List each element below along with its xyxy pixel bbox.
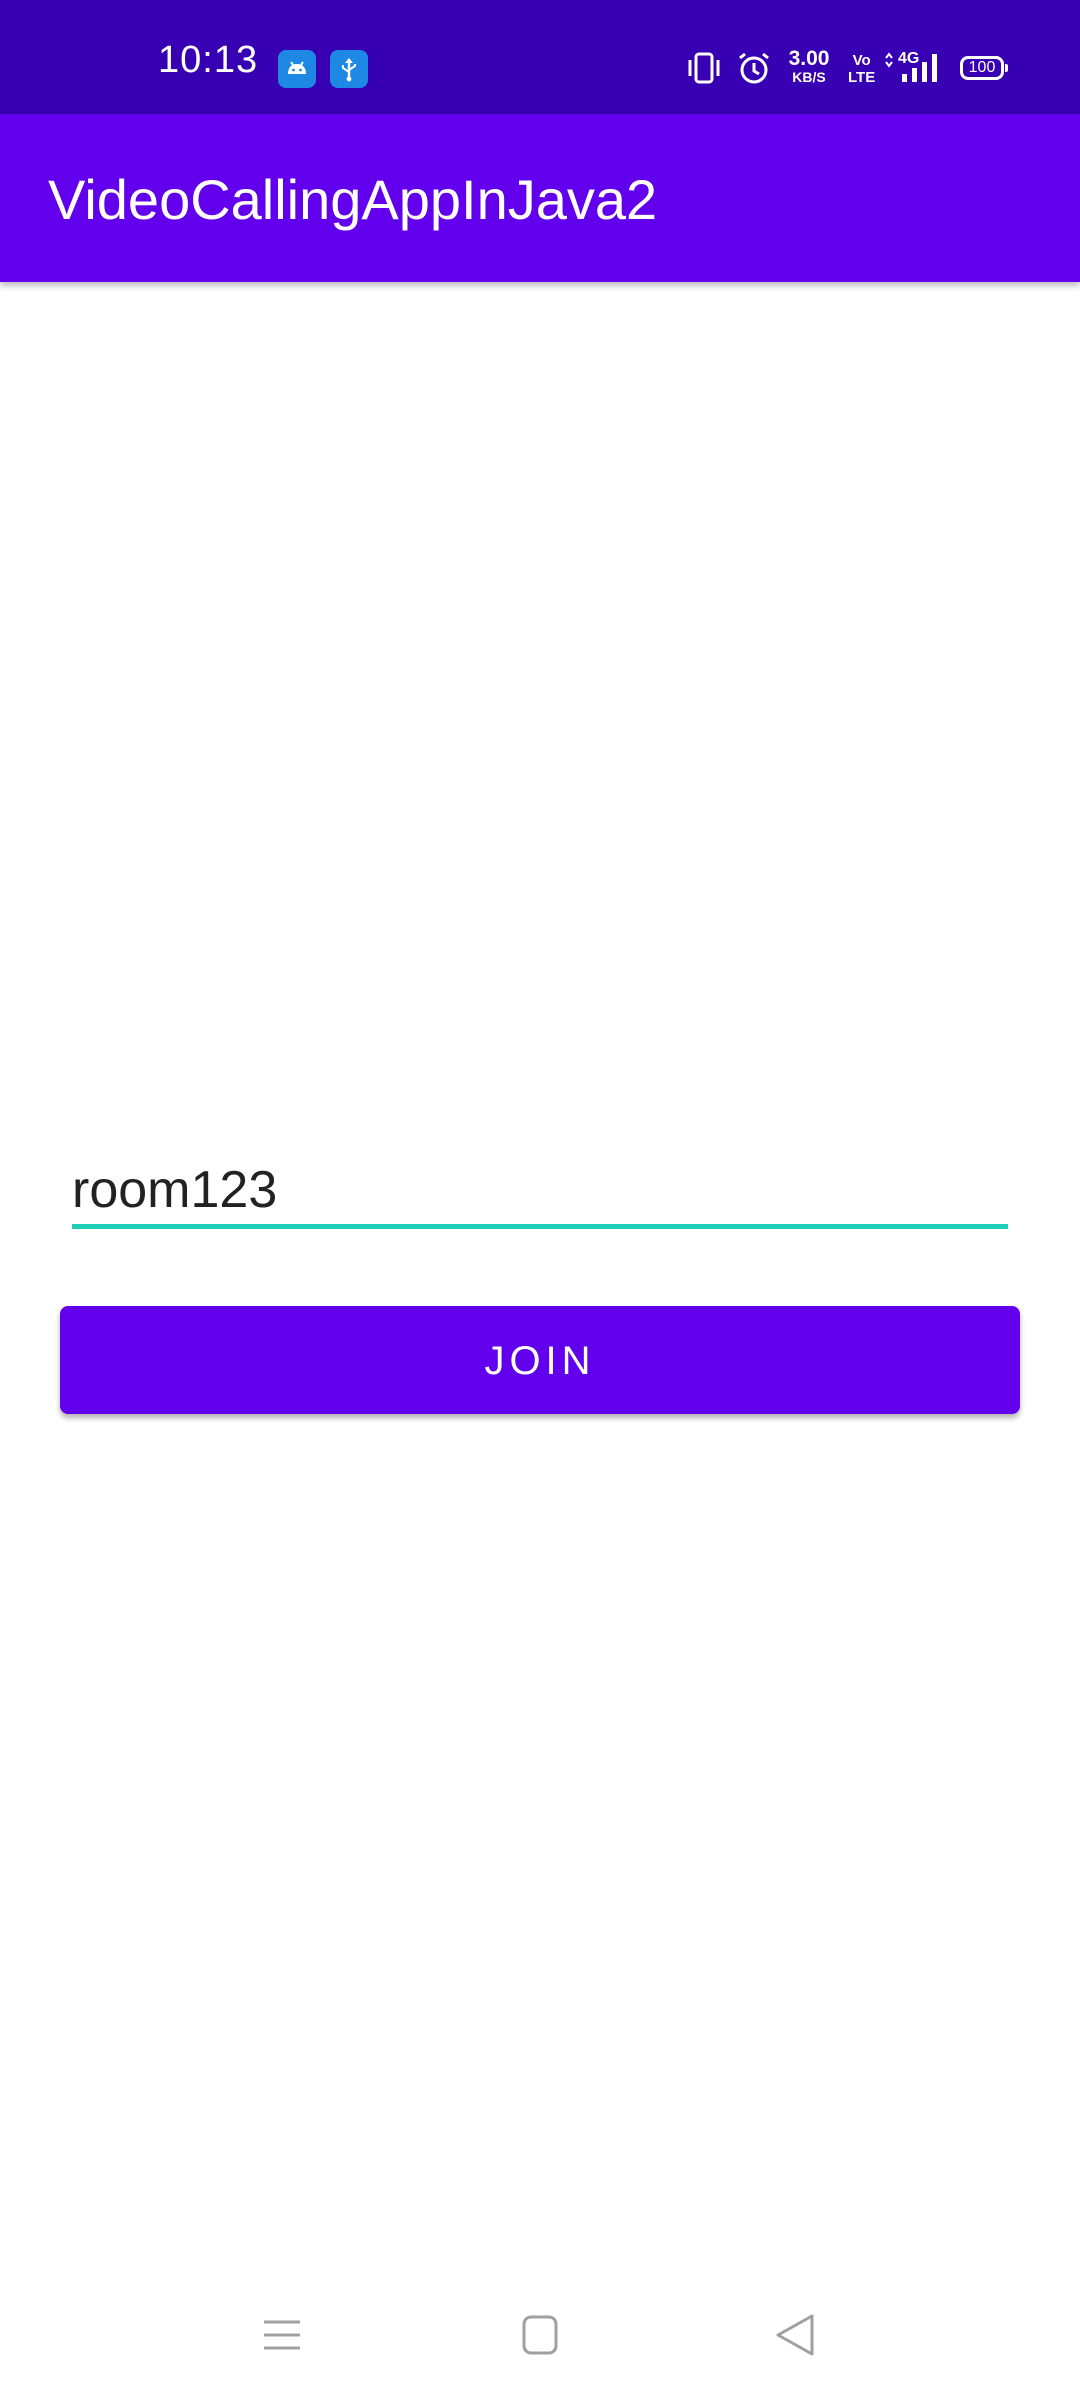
android-icon: [278, 50, 316, 88]
status-time: 10:13: [158, 39, 259, 81]
screen: 10:13 3.00 KB/S Vo LTE 4G 100 VideoCalli…: [0, 0, 1080, 2400]
alarm-icon: [734, 44, 774, 92]
volte-indicator: Vo LTE: [848, 52, 875, 86]
volte-line2: LTE: [848, 69, 876, 86]
battery-icon: 100: [960, 56, 1008, 80]
network-speed-value: 3.00: [788, 47, 830, 70]
battery-level: 100: [968, 59, 996, 76]
usb-icon: [330, 50, 368, 88]
vibrate-icon: [686, 44, 722, 92]
back-icon[interactable]: [764, 2310, 828, 2360]
menu-icon[interactable]: [250, 2310, 314, 2360]
status-bar: 10:13 3.00 KB/S Vo LTE 4G 100: [0, 0, 1080, 114]
app-title: VideoCallingAppInJava2: [48, 168, 658, 231]
nav-bar: [0, 2270, 1080, 2400]
volte-line1: Vo: [852, 52, 871, 69]
input-underline: [72, 1224, 1008, 1229]
network-type: 4G: [898, 50, 920, 67]
room-id-input[interactable]: [72, 1150, 1008, 1230]
app-bar: VideoCallingAppInJava2: [0, 114, 1080, 282]
join-button[interactable]: JOIN: [60, 1306, 1020, 1414]
home-icon[interactable]: [508, 2310, 572, 2360]
network-speed: 3.00 KB/S: [782, 47, 836, 85]
network-speed-unit: KB/S: [792, 69, 826, 85]
